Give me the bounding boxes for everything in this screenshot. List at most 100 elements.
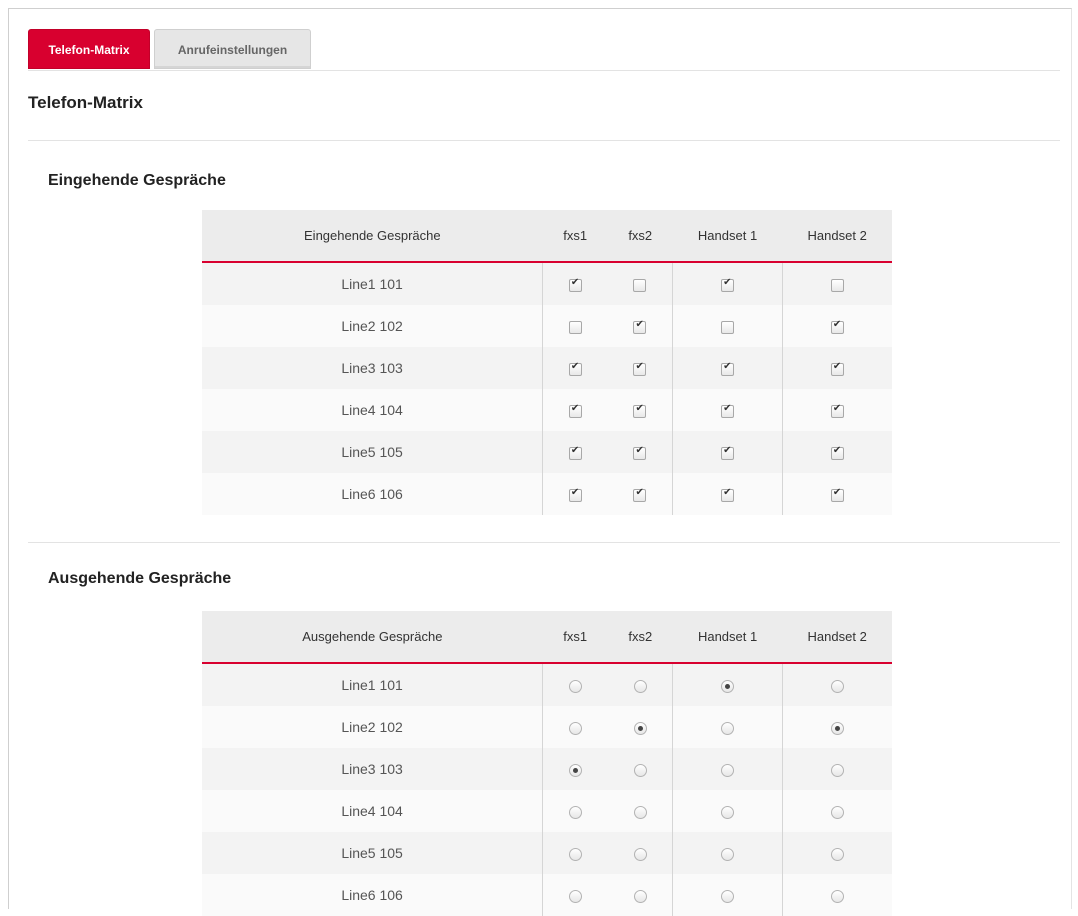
radio-handset-1[interactable] bbox=[721, 721, 735, 735]
checkbox-handset-2[interactable] bbox=[830, 319, 844, 334]
cell-handset-2 bbox=[782, 663, 892, 706]
table-row: Line2 102 bbox=[202, 305, 892, 347]
radio-handset-1[interactable] bbox=[721, 847, 735, 861]
cell-handset-1 bbox=[672, 305, 783, 347]
checkbox-handset-1[interactable] bbox=[721, 403, 735, 418]
radio-fxs2[interactable] bbox=[633, 805, 647, 819]
checkbox-handset-2[interactable] bbox=[830, 361, 844, 376]
section-divider bbox=[28, 542, 1060, 543]
cell-fxs2 bbox=[607, 431, 674, 473]
checkbox-fxs1[interactable] bbox=[568, 320, 582, 334]
radio-fxs2[interactable] bbox=[633, 847, 647, 861]
line-label: Line5 105 bbox=[202, 832, 543, 874]
radio-fxs2[interactable] bbox=[633, 889, 647, 903]
cell-fxs1 bbox=[542, 663, 608, 706]
table-row: Line4 104 bbox=[202, 389, 892, 431]
checkbox-fxs1[interactable] bbox=[568, 361, 582, 376]
line-label: Line4 104 bbox=[202, 389, 543, 431]
radio-fxs1[interactable] bbox=[568, 679, 582, 693]
radio-handset-2[interactable] bbox=[830, 805, 844, 819]
radio-fxs2[interactable] bbox=[633, 763, 647, 777]
cell-handset-2 bbox=[782, 748, 892, 790]
checkbox-handset-2[interactable] bbox=[830, 487, 844, 502]
checkbox-handset-1[interactable] bbox=[721, 487, 735, 502]
line-label: Line3 103 bbox=[202, 748, 543, 790]
cell-fxs1 bbox=[542, 748, 608, 790]
cell-fxs2 bbox=[607, 832, 674, 874]
cell-handset-1 bbox=[672, 389, 783, 431]
line-label: Line4 104 bbox=[202, 790, 543, 832]
checkbox-handset-1[interactable] bbox=[721, 277, 735, 292]
cell-handset-2 bbox=[782, 431, 892, 473]
cell-fxs2 bbox=[607, 473, 674, 515]
column-header-name: Eingehende Gespräche bbox=[202, 210, 543, 263]
checkbox-fxs1[interactable] bbox=[568, 403, 582, 418]
radio-fxs1[interactable] bbox=[568, 805, 582, 819]
cell-handset-2 bbox=[782, 832, 892, 874]
cell-handset-2 bbox=[782, 790, 892, 832]
radio-handset-1[interactable] bbox=[721, 679, 735, 693]
radio-fxs1[interactable] bbox=[568, 889, 582, 903]
cell-handset-2 bbox=[782, 347, 892, 389]
checkbox-fxs1[interactable] bbox=[568, 487, 582, 502]
tab-anrufeinstellungen[interactable]: Anrufeinstellungen bbox=[154, 29, 311, 69]
radio-handset-2[interactable] bbox=[830, 763, 844, 777]
checkbox-fxs2[interactable] bbox=[633, 403, 647, 418]
checkbox-fxs1[interactable] bbox=[568, 277, 582, 292]
checkbox-handset-2[interactable] bbox=[830, 278, 844, 292]
checkbox-fxs1[interactable] bbox=[568, 445, 582, 460]
checkbox-fxs2[interactable] bbox=[633, 319, 647, 334]
radio-handset-2[interactable] bbox=[830, 889, 844, 903]
table-row: Line2 102 bbox=[202, 706, 892, 748]
radio-handset-2[interactable] bbox=[830, 679, 844, 693]
table-row: Line1 101 bbox=[202, 262, 892, 305]
cell-handset-2 bbox=[782, 305, 892, 347]
radio-handset-2[interactable] bbox=[830, 847, 844, 861]
cell-fxs1 bbox=[542, 874, 608, 916]
radio-fxs2[interactable] bbox=[633, 679, 647, 693]
cell-fxs2 bbox=[607, 874, 674, 916]
checkbox-handset-1[interactable] bbox=[721, 445, 735, 460]
line-label: Line3 103 bbox=[202, 347, 543, 389]
tab-telefon-matrix[interactable]: Telefon-Matrix bbox=[28, 29, 150, 69]
radio-handset-1[interactable] bbox=[721, 805, 735, 819]
checkbox-handset-1[interactable] bbox=[721, 320, 735, 334]
outgoing-section-title: Ausgehende Gespräche bbox=[48, 570, 232, 587]
column-header-name: Ausgehende Gespräche bbox=[202, 611, 543, 664]
cell-handset-1 bbox=[672, 706, 783, 748]
checkbox-handset-1[interactable] bbox=[721, 361, 735, 376]
radio-handset-1[interactable] bbox=[721, 763, 735, 777]
checkbox-fxs2[interactable] bbox=[633, 487, 647, 502]
column-header-fxs1: fxs1 bbox=[542, 210, 608, 263]
cell-handset-1 bbox=[672, 874, 783, 916]
cell-fxs2 bbox=[607, 262, 674, 305]
radio-fxs1[interactable] bbox=[568, 847, 582, 861]
checkbox-handset-2[interactable] bbox=[830, 445, 844, 460]
table-header-row: Ausgehende Gespräche fxs1 fxs2 Handset 1… bbox=[202, 611, 892, 664]
cell-handset-1 bbox=[672, 832, 783, 874]
page-title: Telefon-Matrix bbox=[28, 93, 143, 112]
cell-handset-1 bbox=[672, 748, 783, 790]
cell-fxs2 bbox=[607, 706, 674, 748]
line-label: Line6 106 bbox=[202, 473, 543, 515]
cell-fxs2 bbox=[607, 389, 674, 431]
cell-fxs1 bbox=[542, 832, 608, 874]
radio-handset-2[interactable] bbox=[830, 721, 844, 735]
radio-fxs2[interactable] bbox=[633, 721, 647, 735]
checkbox-handset-2[interactable] bbox=[830, 403, 844, 418]
checkbox-fxs2[interactable] bbox=[633, 278, 647, 292]
column-header-handset-1: Handset 1 bbox=[672, 611, 783, 664]
cell-fxs2 bbox=[607, 305, 674, 347]
cell-handset-1 bbox=[672, 790, 783, 832]
radio-fxs1[interactable] bbox=[568, 721, 582, 735]
cell-handset-1 bbox=[672, 473, 783, 515]
line-label: Line1 101 bbox=[202, 663, 543, 706]
radio-fxs1[interactable] bbox=[568, 763, 582, 777]
checkbox-fxs2[interactable] bbox=[633, 361, 647, 376]
cell-fxs1 bbox=[542, 790, 608, 832]
checkbox-fxs2[interactable] bbox=[633, 445, 647, 460]
cell-fxs1 bbox=[542, 347, 608, 389]
radio-handset-1[interactable] bbox=[721, 889, 735, 903]
column-header-handset-1: Handset 1 bbox=[672, 210, 783, 263]
incoming-section-title: Eingehende Gespräche bbox=[48, 172, 226, 189]
